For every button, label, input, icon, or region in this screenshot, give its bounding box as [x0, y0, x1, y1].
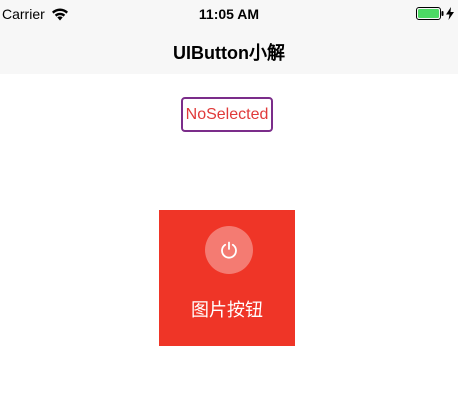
- battery-group: [416, 7, 454, 20]
- charging-icon: [446, 7, 454, 20]
- navigation-bar: UIButton小解: [0, 28, 458, 74]
- status-bar: Carrier 11:05 AM: [0, 0, 458, 28]
- power-icon-circle: [205, 226, 253, 274]
- image-button-label: 图片按钮: [191, 300, 263, 321]
- battery-icon: [416, 7, 444, 20]
- page-title: UIButton小解: [173, 43, 285, 63]
- no-selected-button[interactable]: NoSelected: [181, 97, 273, 132]
- app-screen: Carrier 11:05 AM UIButton小解 NoSelected 图…: [0, 0, 458, 414]
- power-icon: [221, 241, 237, 259]
- status-time: 11:05 AM: [198, 6, 260, 22]
- image-button[interactable]: 图片按钮: [159, 210, 295, 346]
